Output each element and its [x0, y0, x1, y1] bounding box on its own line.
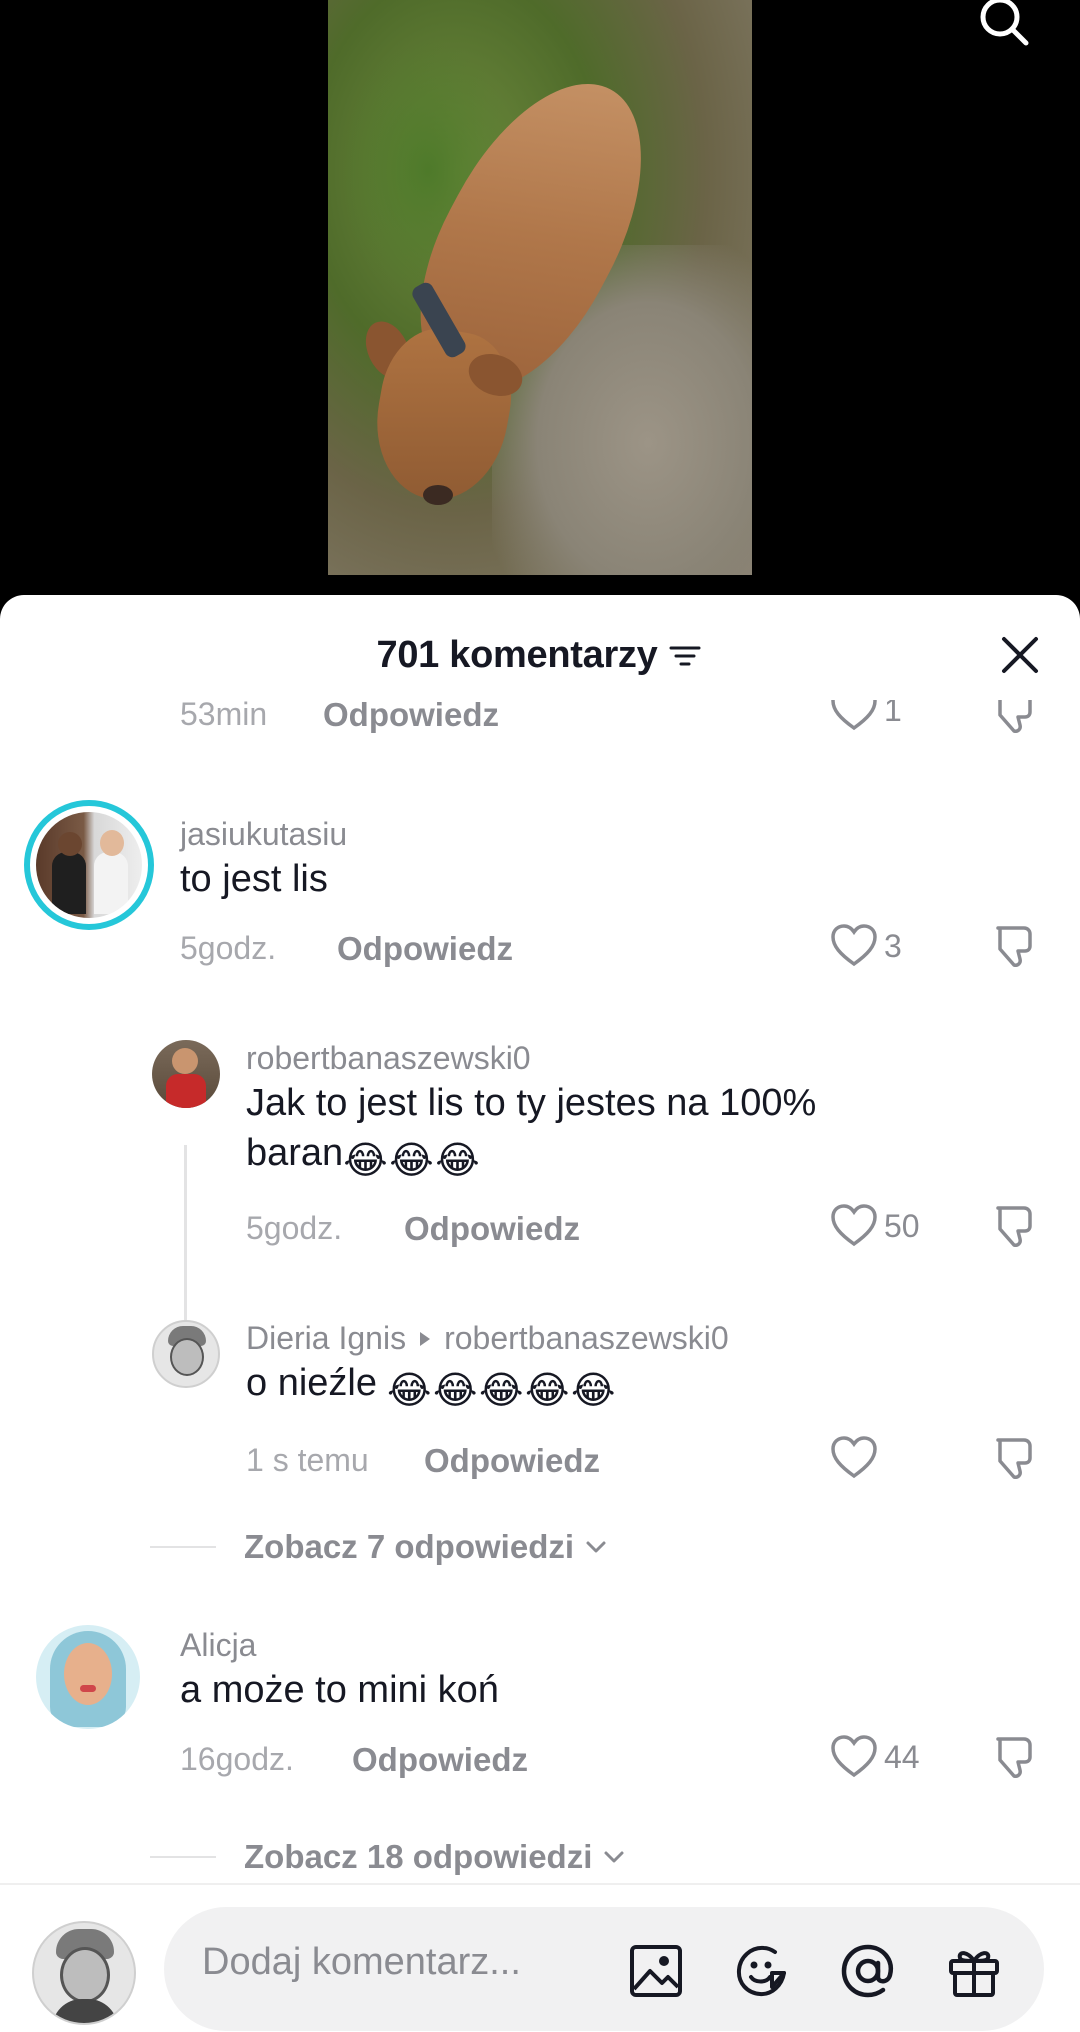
comment-input-bar: Dodaj komentarz...: [0, 1883, 1080, 2032]
reply-item: Dieria Ignis robertbanaszewski0 o nieźle…: [0, 1320, 1080, 1520]
like-button[interactable]: 3: [830, 924, 902, 968]
comment-username[interactable]: Alicja: [180, 1627, 256, 1664]
comment-username[interactable]: robertbanaszewski0: [246, 1040, 531, 1077]
at-icon: [841, 1944, 894, 1998]
reply-button[interactable]: Odpowiedz: [424, 1442, 600, 1480]
emoji-button[interactable]: [732, 1941, 792, 2001]
reply-button[interactable]: Odpowiedz: [323, 700, 499, 734]
emoji-laughing: 😂😂😂: [343, 1132, 481, 1182]
comment-item: Alicja a może to mini koń 16godz. Odpowi…: [0, 1625, 1080, 1815]
search-icon: [980, 0, 1029, 46]
comments-header: 701 komentarzy: [0, 595, 1080, 715]
comment-text: o nieźle 😂😂😂😂😂: [246, 1362, 617, 1412]
like-count: 50: [884, 1207, 920, 1244]
avatar[interactable]: [32, 1921, 136, 2025]
thumbs-down-icon[interactable]: [990, 1731, 1042, 1783]
like-count: 44: [884, 1738, 920, 1775]
heart-icon: [831, 1436, 877, 1479]
reply-button[interactable]: Odpowiedz: [404, 1210, 580, 1248]
chevron-down-icon: [586, 1541, 606, 1553]
reply-item: robertbanaszewski0 Jak to jest lis to ty…: [0, 1040, 1080, 1290]
comment-time: 5godz.: [246, 1210, 343, 1246]
emoji-laughing: 😂: [432, 1370, 478, 1412]
comment-text: a może to mini koń: [180, 1669, 499, 1711]
comment-input-placeholder: Dodaj komentarz...: [202, 1941, 521, 1983]
mention-button[interactable]: [838, 1941, 898, 2001]
comments-title: 701 komentarzy: [376, 633, 658, 676]
video-frame[interactable]: [328, 0, 752, 575]
thumbs-down-icon[interactable]: [990, 700, 1042, 738]
comment-username[interactable]: jasiukutasiu: [180, 816, 347, 853]
heart-icon: [831, 700, 877, 731]
comments-sheet: 701 komentarzy 53min Odpowiedz 1 jasiuku…: [0, 595, 1080, 2032]
emoji-laughing: 😂: [389, 1140, 434, 1182]
reply-to-username[interactable]: robertbanaszewski0: [444, 1320, 729, 1357]
image-icon: [630, 1945, 682, 1997]
comment-time: 53min: [180, 700, 268, 732]
like-button[interactable]: 50: [830, 1204, 920, 1248]
comment-time: 1 s temu: [246, 1442, 369, 1478]
emoji-laughing: 😂: [570, 1370, 616, 1412]
comment-username[interactable]: Dieria Ignis: [246, 1320, 406, 1357]
heart-icon: [831, 924, 877, 967]
like-button[interactable]: 1: [830, 700, 902, 732]
filter-button[interactable]: [667, 640, 703, 670]
avatar[interactable]: [152, 1320, 220, 1388]
avatar[interactable]: [152, 1040, 220, 1108]
emoji-laughing: 😂: [435, 1140, 480, 1182]
heart-icon: [831, 1735, 877, 1778]
view-replies-label: Zobacz 18 odpowiedzi: [244, 1838, 593, 1875]
emoji-laughing: 😂: [524, 1370, 570, 1412]
like-button[interactable]: 44: [830, 1735, 920, 1779]
partial-comment-row: 53min Odpowiedz 1: [0, 700, 1080, 740]
emoji-laughing: 😂: [386, 1370, 432, 1412]
thumbs-down-icon[interactable]: [990, 920, 1042, 972]
view-replies-button[interactable]: Zobacz 7 odpowiedzi: [150, 1528, 610, 1566]
chevron-down-icon: [604, 1851, 624, 1863]
view-replies-button[interactable]: Zobacz 18 odpowiedzi: [150, 1838, 628, 1876]
avatar[interactable]: [36, 1625, 140, 1729]
comment-time: 16godz.: [180, 1741, 294, 1777]
comment-time: 5godz.: [180, 930, 277, 966]
image-button[interactable]: [626, 1941, 686, 2001]
like-count: 1: [884, 700, 902, 728]
divider: [150, 1856, 216, 1858]
comment-input[interactable]: Dodaj komentarz...: [164, 1907, 1044, 2031]
comment-text: to jest lis: [180, 858, 328, 900]
comment-text: Jak to jest lis to ty jestes na 100% bar…: [246, 1082, 817, 1182]
search-button[interactable]: [970, 0, 1040, 56]
like-button[interactable]: [830, 1436, 884, 1480]
thumbs-down-icon[interactable]: [990, 1432, 1042, 1484]
comment-item: jasiukutasiu to jest lis 5godz. Odpowied…: [0, 800, 1080, 990]
divider: [150, 1546, 216, 1548]
reply-button[interactable]: Odpowiedz: [337, 930, 513, 968]
heart-icon: [831, 1204, 877, 1247]
close-button[interactable]: [998, 633, 1042, 677]
view-replies-label: Zobacz 7 odpowiedzi: [244, 1528, 575, 1565]
reply-button[interactable]: Odpowiedz: [352, 1741, 528, 1779]
emoji-laughing: 😂😂😂😂😂: [387, 1362, 617, 1412]
gift-icon: [949, 1951, 999, 1997]
emoji-icon: [736, 1945, 786, 1997]
comment-username-row: Dieria Ignis robertbanaszewski0: [246, 1320, 729, 1357]
avatar[interactable]: [24, 800, 154, 930]
thumbs-down-icon[interactable]: [990, 1200, 1042, 1252]
filter-icon: [669, 646, 701, 666]
reply-arrow-icon: [420, 1331, 431, 1346]
video-player[interactable]: [0, 0, 1080, 600]
emoji-laughing: 😂: [478, 1370, 524, 1412]
emoji-laughing: 😂: [343, 1140, 388, 1182]
like-count: 3: [884, 927, 902, 964]
close-icon: [1002, 637, 1038, 673]
gift-button[interactable]: [944, 1941, 1004, 2001]
